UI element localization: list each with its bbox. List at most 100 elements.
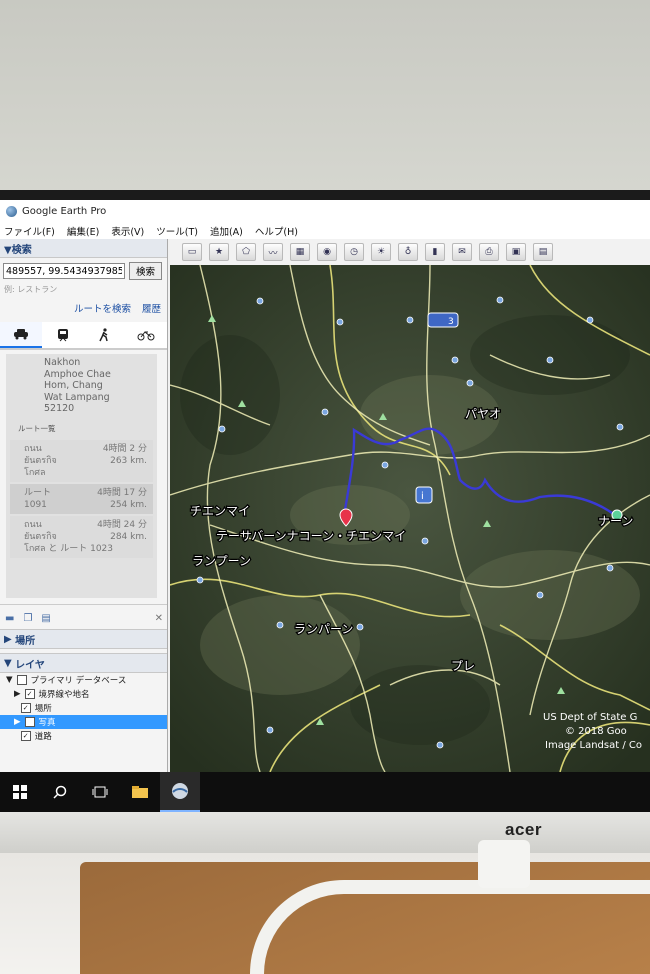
route-name: ถนน (24, 519, 42, 530)
panel-actions: ▬ ❐ ▤ ✕ (0, 604, 167, 625)
layer-checkbox[interactable]: ✓ (20, 703, 31, 713)
layer-item-selected[interactable]: ▶ ✓ 写真 (0, 715, 167, 729)
route-via-2: โกศล と ルート 1023 (24, 543, 113, 554)
menu-tools[interactable]: ツール(T) (156, 224, 198, 238)
layer-item[interactable]: ▶ ✓ 境界線や地名 (0, 687, 167, 701)
label-chiangmai: チエンマイ (190, 504, 250, 518)
save-image-icon[interactable]: ▣ (506, 243, 526, 261)
tour-icon[interactable]: ◉ (317, 243, 337, 261)
bicycle-mode-tab[interactable] (125, 322, 167, 348)
file-explorer-icon[interactable] (120, 772, 160, 812)
task-view-icon[interactable] (80, 772, 120, 812)
places-panel-header[interactable]: ▶ 場所 (0, 629, 167, 649)
layer-label: 境界線や地名 (38, 690, 90, 700)
svg-text:i: i (421, 491, 424, 502)
label-nan: ナーン (598, 514, 633, 528)
address-line: 52120 (44, 403, 75, 414)
monitor-stand-neck (478, 840, 530, 888)
search-example: 例: レストラン (4, 285, 58, 294)
ruler-icon[interactable]: ▮ (425, 243, 445, 261)
google-earth-icon (6, 205, 17, 217)
map-attribution-line: US Dept of State G (543, 712, 637, 723)
layer-checkbox[interactable]: ✓ (24, 689, 35, 699)
layer-label: プライマリ データベース (30, 676, 127, 686)
menu-file[interactable]: ファイル(F) (4, 224, 55, 238)
history-link[interactable]: 履歴 (142, 304, 161, 315)
expand-arrow-icon: ▶ (4, 633, 16, 645)
route-time: 4時間 17 分 (97, 487, 147, 498)
train-icon (57, 329, 68, 342)
layer-checkbox[interactable]: ✓ (20, 731, 31, 741)
email-icon[interactable]: ✉ (452, 243, 472, 261)
route-option-2[interactable]: ルート 4時間 17 分 1091 254 km. (10, 483, 153, 514)
route-results-panel: Nakhon Amphoe Chae Hom, Chang Wat Lampan… (6, 354, 157, 598)
close-icon[interactable]: ✕ (155, 613, 163, 624)
route-via-2: โกศล (24, 467, 46, 478)
info-icon[interactable] (415, 486, 433, 504)
layer-item[interactable]: ✓ 道路 (0, 729, 167, 743)
label-lamphun: ランプーン (192, 554, 251, 568)
menu-help[interactable]: ヘルプ(H) (255, 224, 298, 238)
walk-mode-tab[interactable] (84, 322, 126, 348)
print-icon[interactable]: ▤ (41, 613, 50, 624)
route-option-3[interactable]: ถนน 4時間 24 分 ยันตรกิจ 284 km. โกศล と ルート 1… (10, 515, 153, 558)
polygon-icon[interactable]: ⬠ (236, 243, 256, 261)
layer-label: 写真 (38, 718, 56, 728)
highway-number: 3 (448, 317, 454, 327)
windows-start-icon[interactable] (0, 772, 40, 812)
address-line: Nakhon (44, 357, 81, 368)
screen: Google Earth Pro ファイル(F) 編集(E) 表示(V) ツール… (0, 200, 650, 812)
menu-view[interactable]: 表示(V) (111, 224, 144, 238)
monitor-chin (0, 805, 650, 853)
route-name: ถนน (24, 443, 42, 454)
map-attribution-line: © 2018 Goo (565, 726, 627, 737)
search-icon[interactable] (40, 772, 80, 812)
history-clock-icon[interactable]: ◷ (344, 243, 364, 261)
map-toolbar: ▭ ★ ⬠ 〰 ▦ ◉ ◷ ☀ ♁ ▮ ✉ ⎙ ▣ ▤ (170, 239, 650, 266)
walking-icon (99, 328, 109, 342)
layer-item[interactable]: ▼ プライマリ データベース (0, 673, 167, 687)
route-search-link[interactable]: ルートを検索 (74, 304, 131, 315)
overlay-icon[interactable]: ▦ (290, 243, 310, 261)
sidebar-toggle-icon[interactable]: ▭ (182, 243, 202, 261)
route-option-1[interactable]: ถนน 4時間 2 分 ยันตรกิจ 263 km. โกศล (10, 439, 153, 482)
layer-checkbox[interactable]: ✓ (24, 717, 35, 727)
print-icon[interactable]: ⎙ (479, 243, 499, 261)
layer-label: 場所 (34, 704, 52, 714)
search-input[interactable] (3, 263, 125, 279)
planets-icon[interactable]: ♁ (398, 243, 418, 261)
search-row: 検索 (0, 258, 167, 284)
layer-label: 道路 (34, 732, 52, 742)
bicycle-icon (137, 331, 155, 341)
path-icon[interactable]: 〰 (263, 243, 283, 261)
layer-checkbox[interactable] (16, 675, 27, 685)
menu-edit[interactable]: 編集(E) (67, 224, 99, 238)
route-via: ยันตรกิจ (24, 531, 57, 542)
search-panel-header[interactable]: ▼検索 (0, 239, 167, 258)
google-earth-taskbar-icon[interactable] (160, 772, 200, 812)
car-mode-tab[interactable] (0, 322, 42, 348)
menu-bar: ファイル(F) 編集(E) 表示(V) ツール(T) 追加(A) ヘルプ(H) (0, 222, 650, 239)
route-distance: 254 km. (110, 499, 147, 510)
travel-mode-tabs (0, 322, 167, 350)
menu-add[interactable]: 追加(A) (210, 224, 243, 238)
label-payao: パヤオ (465, 407, 501, 421)
map-canvas[interactable]: 3 i パヤオ チエンマイ テーサバーンナコーン・チエンマイ ランプーン ランパ… (170, 265, 650, 772)
copy-icon[interactable]: ❐ (23, 613, 32, 624)
route-name: ルート (24, 487, 52, 498)
folder-icon[interactable]: ▬ (5, 613, 14, 624)
route-via: ยันตรกิจ (24, 455, 57, 466)
layers-panel-header[interactable]: ▼ レイヤ (0, 653, 167, 673)
route-distance: 263 km. (110, 455, 147, 466)
sunlight-icon[interactable]: ☀ (371, 243, 391, 261)
map-view[interactable]: 3 i パヤオ チエンマイ テーサバーンナコーン・チエンマイ ランプーン ランパ… (170, 265, 650, 772)
places-header-label: 場所 (15, 635, 36, 647)
placemark-icon[interactable]: ★ (209, 243, 229, 261)
search-button[interactable]: 検索 (129, 262, 163, 280)
layer-item[interactable]: ✓ 場所 (0, 701, 167, 715)
route-distance: 284 km. (110, 531, 147, 542)
maps-icon[interactable]: ▤ (533, 243, 553, 261)
address-line: Wat Lampang (44, 391, 110, 403)
windows-taskbar (0, 772, 650, 812)
transit-mode-tab[interactable] (42, 322, 84, 348)
